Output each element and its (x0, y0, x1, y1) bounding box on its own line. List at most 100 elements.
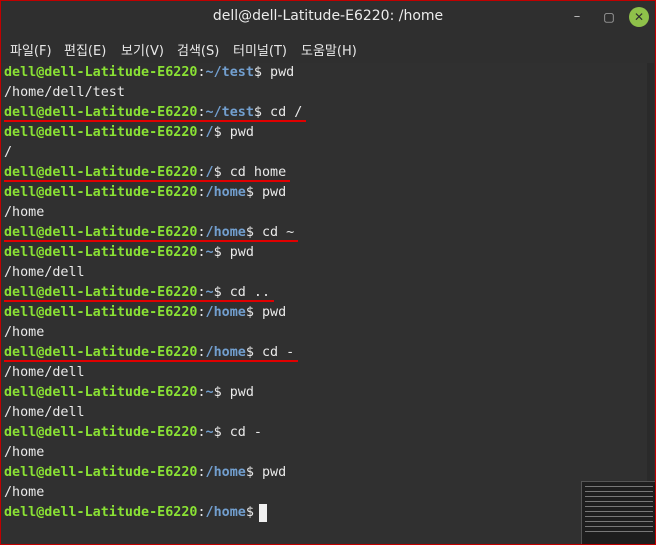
prompt-colon: : (197, 425, 206, 440)
prompt-path: /home (205, 225, 246, 240)
prompt-user: dell@dell-Latitude-E6220 (4, 425, 198, 440)
command-text: pwd (221, 125, 254, 140)
scrollbar[interactable] (647, 63, 654, 544)
prompt-path: /home (205, 505, 246, 520)
prompt-user: dell@dell-Latitude-E6220 (4, 465, 198, 480)
menu-search[interactable]: 검색(S) (177, 40, 219, 59)
prompt-colon: : (197, 345, 206, 360)
prompt-dollar: $ (245, 225, 254, 240)
output-line: /home/dell (4, 365, 85, 380)
window-title: dell@dell-Latitude-E6220: /home (212, 8, 444, 24)
prompt-colon: : (197, 65, 206, 80)
prompt-dollar: $ (213, 425, 222, 440)
prompt-line: dell@dell-Latitude-E6220:~$ pwd (4, 243, 254, 263)
command-text: pwd (253, 465, 287, 480)
prompt-path: ~ (205, 425, 214, 440)
prompt-user: dell@dell-Latitude-E6220 (4, 185, 198, 200)
prompt-dollar: $ (213, 285, 222, 300)
prompt-line: dell@dell-Latitude-E6220:/$ cd home (4, 163, 286, 183)
minimize-icon[interactable]: – (567, 7, 587, 27)
prompt-user: dell@dell-Latitude-E6220 (4, 65, 198, 80)
menu-bar: 파일(F) 편집(E) 보기(V) 검색(S) 터미널(T) 도움말(H) (1, 33, 655, 64)
output-line: / (4, 145, 13, 160)
prompt-path: ~/test (205, 105, 254, 120)
prompt-user: dell@dell-Latitude-E6220 (4, 165, 198, 180)
prompt-colon: : (197, 505, 206, 520)
prompt-line: dell@dell-Latitude-E6220:~/test$ pwd (4, 63, 294, 83)
prompt-path: /home (205, 185, 246, 200)
prompt-path: / (205, 125, 214, 140)
prompt-user: dell@dell-Latitude-E6220 (4, 305, 198, 320)
command-text: pwd (221, 385, 254, 400)
prompt-colon: : (197, 165, 206, 180)
prompt-path: ~ (205, 285, 214, 300)
thumbnail-image (581, 481, 655, 544)
output-line: /home (4, 485, 45, 500)
prompt-line: dell@dell-Latitude-E6220:/home$ pwd (4, 303, 286, 323)
prompt-line: dell@dell-Latitude-E6220:/home$ pwd (4, 463, 286, 483)
command-text: cd - (221, 425, 262, 440)
command-text: pwd (261, 65, 295, 80)
prompt-path: ~/test (205, 65, 254, 80)
maximize-icon[interactable]: ▢ (599, 7, 619, 27)
prompt-line: dell@dell-Latitude-E6220:~$ cd - (4, 423, 262, 443)
prompt-user: dell@dell-Latitude-E6220 (4, 225, 198, 240)
command-text (254, 505, 262, 520)
command-text: cd / (261, 105, 303, 120)
output-line: /home/dell (4, 405, 85, 420)
prompt-dollar: $ (213, 165, 222, 180)
menu-help[interactable]: 도움말(H) (301, 40, 357, 59)
command-text: pwd (221, 245, 254, 260)
prompt-path: /home (205, 305, 246, 320)
prompt-path: /home (205, 465, 246, 480)
prompt-user: dell@dell-Latitude-E6220 (4, 125, 198, 140)
output-line: /home/dell (4, 265, 85, 280)
prompt-user: dell@dell-Latitude-E6220 (4, 105, 198, 120)
prompt-line: dell@dell-Latitude-E6220:/home$ pwd (4, 183, 286, 203)
command-text: pwd (253, 185, 287, 200)
menu-file[interactable]: 파일(F) (10, 40, 52, 59)
command-text: pwd (253, 305, 287, 320)
menu-view[interactable]: 보기(V) (121, 40, 164, 59)
prompt-line: dell@dell-Latitude-E6220:/home$ cd - (4, 343, 294, 363)
prompt-dollar: $ (213, 125, 222, 140)
prompt-line: dell@dell-Latitude-E6220:~$ pwd (4, 383, 254, 403)
title-bar[interactable]: dell@dell-Latitude-E6220: /home – ▢ ✕ (1, 1, 655, 33)
output-line: /home (4, 445, 45, 460)
prompt-user: dell@dell-Latitude-E6220 (4, 245, 198, 260)
prompt-dollar: $ (213, 385, 222, 400)
command-text: cd home (221, 165, 287, 180)
output-line: /home (4, 325, 45, 340)
prompt-dollar: $ (245, 305, 254, 320)
prompt-colon: : (197, 465, 206, 480)
prompt-path: / (205, 165, 214, 180)
prompt-line: dell@dell-Latitude-E6220:~$ cd .. (4, 283, 270, 303)
prompt-line: dell@dell-Latitude-E6220:/$ pwd (4, 123, 254, 143)
prompt-path: ~ (205, 385, 214, 400)
prompt-colon: : (197, 305, 206, 320)
prompt-user: dell@dell-Latitude-E6220 (4, 345, 198, 360)
command-text: cd ~ (253, 225, 295, 240)
menu-edit[interactable]: 편집(E) (64, 40, 106, 59)
close-icon[interactable]: ✕ (629, 7, 649, 27)
prompt-colon: : (197, 245, 206, 260)
command-text: cd .. (221, 285, 271, 300)
terminal-output[interactable]: dell@dell-Latitude-E6220:~/test$ pwd/hom… (1, 63, 655, 544)
prompt-line: dell@dell-Latitude-E6220:/home$ cd ~ (4, 223, 294, 243)
terminal-window: dell@dell-Latitude-E6220: /home – ▢ ✕ 파일… (0, 0, 656, 545)
menu-terminal[interactable]: 터미널(T) (233, 40, 287, 59)
prompt-colon: : (197, 225, 206, 240)
prompt-colon: : (197, 385, 206, 400)
prompt-dollar: $ (245, 345, 254, 360)
prompt-dollar: $ (245, 505, 254, 520)
prompt-colon: : (197, 285, 206, 300)
prompt-dollar: $ (245, 185, 254, 200)
output-line: /home/dell/test (4, 85, 125, 100)
prompt-path: ~ (205, 245, 214, 260)
prompt-dollar: $ (245, 465, 254, 480)
output-line: /home (4, 205, 45, 220)
prompt-line: dell@dell-Latitude-E6220:~/test$ cd / (4, 103, 302, 123)
prompt-path: /home (205, 345, 246, 360)
prompt-user: dell@dell-Latitude-E6220 (4, 385, 198, 400)
prompt-colon: : (197, 125, 206, 140)
